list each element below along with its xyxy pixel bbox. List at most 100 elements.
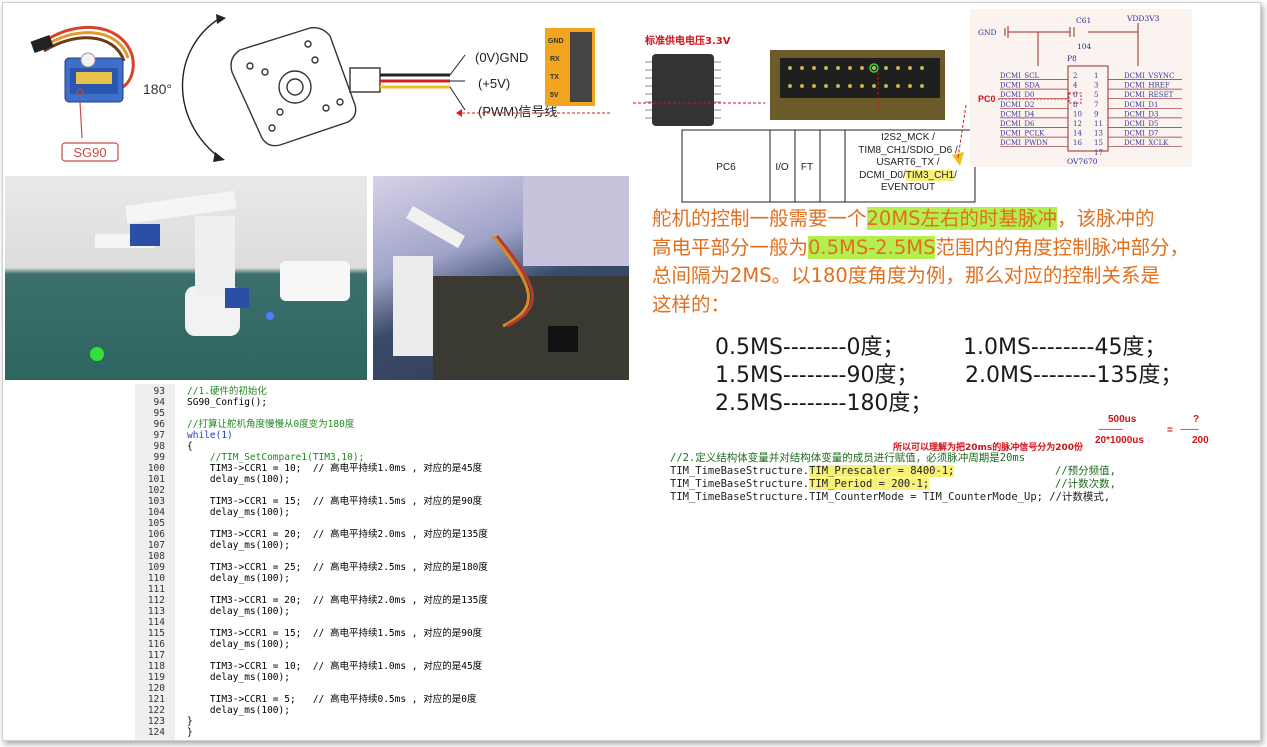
ratio-bottom-right: 200 [1192, 435, 1209, 446]
schematic-left-pin: 8 [1073, 101, 1077, 109]
pin-highlight-tim3: TIM3_CH1 [905, 169, 955, 181]
arc-arrow-bottom-icon [213, 152, 225, 162]
robot-arm-illustration [90, 190, 350, 361]
timer-config-l1-comment: //预分频值, [1055, 465, 1116, 477]
ratio-equals: = [1167, 425, 1173, 436]
line-number: 114 [147, 617, 165, 628]
explanation-text: 舵机的控制一般需要一个20MS左右的时基脉冲，该脉冲的 高电平部分一般为0.5M… [652, 205, 1212, 319]
schematic-left-pin: 2 [1073, 72, 1077, 80]
sg90-label: SG90 [73, 145, 106, 160]
header-pin-5v: 5V [550, 92, 559, 99]
explanation-line-2b: 范围内的角度控制脉冲部分， [935, 235, 1189, 259]
header-pin-rx: RX [550, 56, 560, 63]
line-number: 107 [147, 540, 165, 551]
line-number: 110 [147, 573, 165, 584]
line-number: 111 [147, 584, 165, 595]
code-line: 114 [135, 617, 635, 628]
relation-left-1: 1.5MS--------90度； [715, 363, 919, 388]
schematic-pc0-label: PC0 [978, 94, 996, 104]
code-text: delay_ms(100); [187, 573, 290, 584]
code-line: 105 [135, 518, 635, 529]
code-line: 117 [135, 650, 635, 661]
timer-config-l2-comment: //计数次数, [1055, 478, 1116, 490]
servo-diagram: SG90 180° (0V)GND (+5V) (PWM)信号线 GND RX … [30, 14, 610, 162]
code-line: 123} [135, 716, 635, 727]
code-text: TIM3->CCR1 = 10; // 高电平持续1.0ms , 对应的是45度 [187, 463, 483, 474]
schematic-right-pin: 17 [1094, 149, 1103, 157]
code-text: TIM3->CCR1 = 10; // 高电平持续1.0ms , 对应的是45度 [187, 661, 483, 672]
schematic-right-net: DCMI_RESET [1124, 91, 1174, 99]
ratio-dashes-right: --------- [1180, 424, 1199, 434]
schematic-cap-name: C61 [1076, 16, 1091, 25]
line-number: 104 [147, 507, 165, 518]
sg90-servo-image [30, 25, 135, 139]
schematic-left-net: DCMI_PCLK [1000, 130, 1045, 138]
schematic-left-pin: 10 [1073, 110, 1082, 118]
line-number: 105 [147, 518, 165, 529]
line-number: 99 [153, 452, 165, 463]
timer-config-line-1: TIM_TimeBaseStructure.TIM_Prescaler = 84… [670, 465, 955, 478]
code-line: 110 delay_ms(100); [135, 573, 635, 584]
schematic-vdd: VDD3V3 [1126, 14, 1160, 23]
schematic-right-pin: 15 [1094, 139, 1103, 147]
line-number: 101 [147, 474, 165, 485]
code-text: { [187, 441, 193, 452]
line-number: 98 [153, 441, 165, 452]
code-line: 96 //打算让舵机角度慢慢从0度变为180度 [135, 419, 635, 430]
code-line: 93 //1.硬件的初始化 [135, 386, 635, 397]
explanation-line-3: 总间隔为2MS。以180度角度为例，那么对应的控制关系是 [652, 264, 1160, 287]
angle-label: 180° [143, 81, 172, 97]
explanation-highlight-20ms: 20MS左右的时基脉冲 [866, 207, 1058, 230]
code-line: 101 delay_ms(100); [135, 474, 635, 485]
line-number: 113 [147, 606, 165, 617]
line-number: 124 [147, 727, 165, 738]
line-number: 93 [153, 386, 165, 397]
code-text: //1.硬件的初始化 [187, 386, 267, 397]
mcu-chip-image [645, 54, 721, 126]
timer-config-l1-prefix: TIM_TimeBaseStructure. [670, 465, 810, 477]
code-text: delay_ms(100); [187, 474, 290, 485]
line-number: 115 [147, 628, 165, 639]
relation-left-2: 2.5MS--------180度； [715, 391, 933, 416]
schematic-right-net: DCMI_XCLK [1124, 139, 1169, 147]
code-line: 98 { [135, 441, 635, 452]
code-text: delay_ms(100); [187, 507, 290, 518]
schematic-right-net: DCMI_D3 [1124, 110, 1158, 118]
explanation-line-2: 高电平部分一般为0.5MS-2.5MS范围内的角度控制脉冲部分， [652, 234, 1212, 263]
schematic-left-net: DCMI_D2 [1000, 101, 1034, 109]
schematic-left-pin: 6 [1073, 91, 1078, 99]
code-line: 102 [135, 485, 635, 496]
code-line: 109 TIM3->CCR1 = 25; // 高电平持续2.5ms , 对应的… [135, 562, 635, 573]
code-text: while(1) [187, 430, 233, 441]
line-number: 102 [147, 485, 165, 496]
schematic-left-net: DCMI_D0 [1000, 91, 1034, 99]
code-text: //打算让舵机角度慢慢从0度变为180度 [187, 419, 355, 430]
explanation-line-4: 这样的： [652, 292, 731, 316]
board-pin-header-image [770, 50, 945, 120]
schematic-left-pin: 4 [1073, 82, 1078, 90]
schematic-left-net: DCMI_SCL [1000, 72, 1040, 80]
timer-config-period: TIM_Period = 200-1; [809, 478, 930, 490]
timer-config-line-3: TIM_TimeBaseStructure.TIM_CounterMode = … [670, 491, 1111, 503]
explanation-highlight-range: 0.5MS-2.5MS [808, 235, 936, 259]
line-number: 106 [147, 529, 165, 540]
code-text: delay_ms(100); [187, 606, 290, 617]
schematic-right-net: DCMI_D5 [1124, 120, 1158, 128]
servo-horn-outline [230, 26, 381, 147]
code-text: TIM3->CCR1 = 5; // 高电平持续0.5ms , 对应的是0度 [187, 694, 477, 705]
schematic-gnd: GND [978, 28, 997, 37]
code-line: 100 TIM3->CCR1 = 10; // 高电平持续1.0ms , 对应的… [135, 463, 635, 474]
code-line: 108 [135, 551, 635, 562]
line-number: 116 [147, 639, 165, 650]
schematic-left-pin: 14 [1073, 130, 1082, 138]
wire-vcc-label: (+5V) [478, 76, 510, 91]
schematic-right-pin: 3 [1094, 82, 1098, 90]
code-text: TIM3->CCR1 = 20; // 高电平持续2.0ms , 对应的是135… [187, 529, 488, 540]
schematic-cap-value: 104 [1077, 42, 1092, 51]
line-number: 108 [147, 551, 165, 562]
schematic-right-net: DCMI_HREF [1124, 82, 1170, 90]
timer-config-comment: //2.定义结构体变量并对结构体变量的成员进行赋值，必须脉冲周期是20ms [670, 452, 1026, 464]
code-line: 94 SG90_Config(); [135, 397, 635, 408]
code-text: TIM3->CCR1 = 20; // 高电平持续2.0ms , 对应的是135… [187, 595, 488, 606]
code-text: //TIM_SetCompare1(TIM3,10); [187, 452, 365, 463]
